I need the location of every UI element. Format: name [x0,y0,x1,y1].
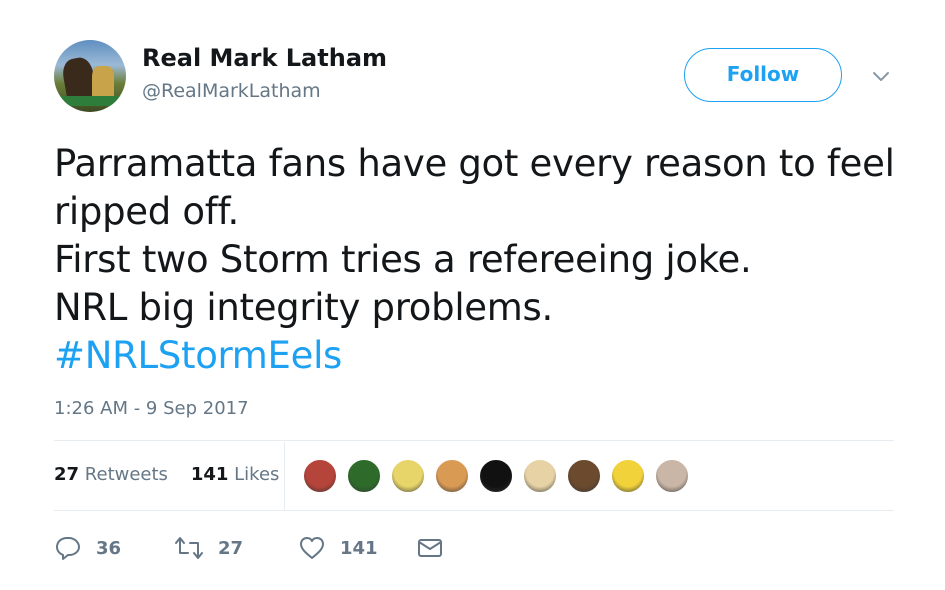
direct-message-button[interactable] [416,534,444,562]
tweet-line-3: First two Storm tries a refereeing joke. [54,238,752,281]
likes-stat[interactable]: 141 Likes [191,464,280,485]
follow-button[interactable]: Follow [684,48,842,102]
tweet-line-2: ripped off. [54,190,239,233]
liker-avatar-2[interactable] [346,458,382,494]
liker-avatar-3[interactable] [390,458,426,494]
envelope-icon [418,539,442,557]
tweet-line-1: Parramatta fans have got every reason to… [54,142,895,185]
liker-avatar-5[interactable] [478,458,514,494]
display-name[interactable]: Real Mark Latham [142,44,387,72]
likes-count: 141 [190,464,229,485]
liker-avatar-4[interactable] [434,458,470,494]
reply-icon [56,537,80,560]
retweets-count: 27 [54,464,80,485]
divider-top [54,440,894,441]
tweet-line-4: NRL big integrity problems. [54,286,553,329]
liker-avatar-6[interactable] [522,458,558,494]
reply-button[interactable]: 36 [54,534,121,562]
likes-label: Likes [234,464,280,485]
retweets-stat[interactable]: 27 Retweets [54,464,168,485]
hashtag-link[interactable]: #NRLStormEels [54,332,904,380]
tweet-text: Parramatta fans have got every reason to… [54,140,904,380]
user-handle[interactable]: @RealMarkLatham [142,80,321,102]
reply-count: 36 [96,537,122,559]
liker-avatar-1[interactable] [302,458,338,494]
retweet-icon [175,537,203,559]
divider-bottom [54,510,894,511]
retweet-count: 27 [218,537,244,559]
avatar-stripe-shape [54,96,126,106]
liker-avatar-9[interactable] [654,458,690,494]
liker-avatar-7[interactable] [566,458,602,494]
chevron-down-icon[interactable] [870,66,892,88]
heart-icon [300,537,324,559]
liker-avatar-8[interactable] [610,458,646,494]
stats-divider [284,442,285,510]
tweet-timestamp[interactable]: 1:26 AM - 9 Sep 2017 [54,398,249,419]
tweet-stats: 27 Retweets 141 Likes [54,464,279,485]
retweets-label: Retweets [84,464,168,485]
profile-avatar[interactable] [54,40,126,112]
like-button[interactable]: 141 [298,534,378,562]
like-count: 141 [340,537,378,559]
retweet-button[interactable]: 27 [174,534,243,562]
